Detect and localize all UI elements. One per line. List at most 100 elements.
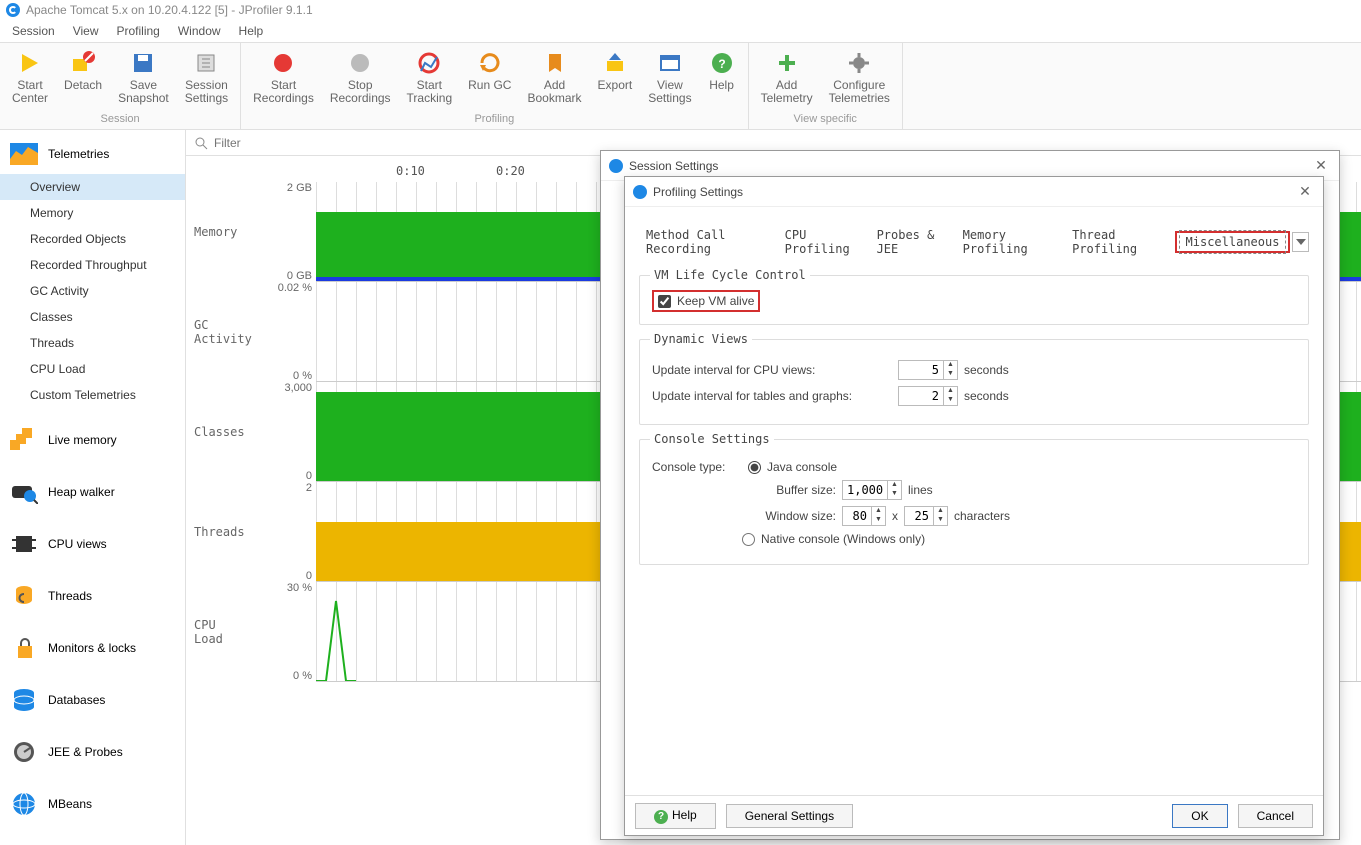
sidebar-item-threads[interactable]: Threads	[0, 330, 185, 356]
dynamic-views-fieldset: Dynamic Views Update interval for CPU vi…	[639, 339, 1309, 425]
sidebar-item-recorded-throughput[interactable]: Recorded Throughput	[0, 252, 185, 278]
menu-profiling[interactable]: Profiling	[109, 22, 168, 40]
buffer-size-spinner[interactable]: ▲▼	[842, 480, 902, 500]
time-tick: 0:10	[396, 164, 425, 178]
dynamic-views-legend: Dynamic Views	[650, 332, 752, 346]
profiling-settings-title-bar[interactable]: Profiling Settings ✕	[625, 177, 1323, 207]
stop-recordings-button[interactable]: StopRecordings	[322, 47, 399, 107]
sidebar-section-cpu-views[interactable]: CPU views	[0, 524, 185, 564]
tab-memory-profiling[interactable]: Memory Profiling	[956, 223, 1063, 261]
cancel-button[interactable]: Cancel	[1238, 804, 1313, 828]
cpu-interval-input[interactable]	[899, 361, 943, 379]
help-icon: ?	[654, 810, 668, 824]
native-console-label: Native console (Windows only)	[761, 532, 925, 546]
run-gc-button[interactable]: Run GC	[460, 47, 519, 107]
window-width-input[interactable]	[843, 507, 871, 525]
filter-input[interactable]	[214, 136, 1353, 150]
general-settings-button[interactable]: General Settings	[726, 804, 853, 828]
sidebar-item-memory[interactable]: Memory	[0, 200, 185, 226]
native-console-radio[interactable]	[742, 533, 755, 546]
session-settings-button[interactable]: SessionSettings	[177, 47, 236, 107]
tab-thread-profiling[interactable]: Thread Profiling	[1065, 223, 1172, 261]
sidebar-section-live-memory[interactable]: Live memory	[0, 420, 185, 460]
jprofiler-app-icon	[6, 3, 20, 17]
ok-button[interactable]: OK	[1172, 804, 1227, 828]
save-snapshot-button[interactable]: SaveSnapshot	[110, 47, 177, 107]
java-console-label: Java console	[767, 460, 837, 474]
session-settings-close-icon[interactable]: ✕	[1311, 157, 1331, 174]
sidebar-section-telemetries[interactable]: Telemetries	[0, 134, 185, 174]
spinner-down-icon[interactable]: ▼	[934, 516, 947, 525]
console-settings-fieldset: Console Settings Console type: Java cons…	[639, 439, 1309, 565]
sidebar-item-custom-telemetries[interactable]: Custom Telemetries	[0, 382, 185, 408]
keep-vm-alive-checkbox[interactable]	[658, 295, 671, 308]
tab-miscellaneous[interactable]: Miscellaneous	[1179, 230, 1287, 254]
threads-icon	[10, 582, 38, 610]
sidebar-item-gc-activity[interactable]: GC Activity	[0, 278, 185, 304]
sidebar-section-threads[interactable]: Threads	[0, 576, 185, 616]
jee-probes-icon	[10, 738, 38, 766]
menu-help[interactable]: Help	[231, 22, 272, 40]
add-bookmark-button[interactable]: AddBookmark	[519, 47, 589, 107]
console-settings-legend: Console Settings	[650, 432, 774, 446]
profiling-settings-close-icon[interactable]: ✕	[1295, 183, 1315, 200]
chart-y-axis: 2 0	[246, 482, 316, 582]
spinner-up-icon[interactable]: ▲	[944, 387, 957, 396]
tabs-dropdown-button[interactable]	[1292, 232, 1309, 252]
databases-icon	[10, 686, 38, 714]
monitors-locks-icon	[10, 634, 38, 662]
window-width-spinner[interactable]: ▲▼	[842, 506, 886, 526]
start-tracking-button[interactable]: StartTracking	[399, 47, 461, 107]
spinner-up-icon[interactable]: ▲	[944, 361, 957, 370]
cpu-interval-spinner[interactable]: ▲▼	[898, 360, 958, 380]
buffer-size-input[interactable]	[843, 481, 887, 499]
tables-interval-input[interactable]	[899, 387, 943, 405]
toolbar: StartCenter Detach SaveSnapshot SessionS…	[0, 42, 1361, 130]
sidebar-item-recorded-objects[interactable]: Recorded Objects	[0, 226, 185, 252]
help-button[interactable]: ?Help	[700, 47, 744, 107]
spinner-down-icon[interactable]: ▼	[944, 370, 957, 379]
tables-interval-label: Update interval for tables and graphs:	[652, 389, 892, 403]
sidebar-section-databases[interactable]: Databases	[0, 680, 185, 720]
spinner-up-icon[interactable]: ▲	[872, 507, 885, 516]
java-console-radio[interactable]	[748, 461, 761, 474]
dialog-help-button[interactable]: ?Help	[635, 803, 716, 829]
window-height-input[interactable]	[905, 507, 933, 525]
sidebar-item-cpu-load[interactable]: CPU Load	[0, 356, 185, 382]
tab-probes-jee[interactable]: Probes & JEE	[870, 223, 954, 261]
sidebar-section-mbeans[interactable]: MBeans	[0, 784, 185, 824]
menu-view[interactable]: View	[65, 22, 107, 40]
menu-window[interactable]: Window	[170, 22, 229, 40]
tables-interval-spinner[interactable]: ▲▼	[898, 386, 958, 406]
sidebar-section-jee-probes[interactable]: JEE & Probes	[0, 732, 185, 772]
profiling-settings-title: Profiling Settings	[653, 185, 743, 199]
sidebar-section-heap-walker[interactable]: Heap walker	[0, 472, 185, 512]
start-recordings-button[interactable]: StartRecordings	[245, 47, 322, 107]
sidebar-item-classes[interactable]: Classes	[0, 304, 185, 330]
export-button[interactable]: Export	[590, 47, 641, 107]
window-height-spinner[interactable]: ▲▼	[904, 506, 948, 526]
spinner-up-icon[interactable]: ▲	[934, 507, 947, 516]
window-title-bar: Apache Tomcat 5.x on 10.20.4.122 [5] - J…	[0, 0, 1361, 20]
tab-method-call-recording[interactable]: Method Call Recording	[639, 223, 776, 261]
spinner-down-icon[interactable]: ▼	[944, 396, 957, 405]
detach-button[interactable]: Detach	[56, 47, 110, 107]
sidebar-item-overview[interactable]: Overview	[0, 174, 185, 200]
add-telemetry-button[interactable]: AddTelemetry	[753, 47, 821, 107]
sidebar: Telemetries Overview Memory Recorded Obj…	[0, 130, 186, 845]
tab-cpu-profiling[interactable]: CPU Profiling	[778, 223, 868, 261]
spinner-down-icon[interactable]: ▼	[872, 516, 885, 525]
sidebar-section-monitors-locks[interactable]: Monitors & locks	[0, 628, 185, 668]
configure-telemetries-button[interactable]: ConfigureTelemetries	[821, 47, 898, 107]
window-size-x: x	[892, 509, 898, 523]
spinner-up-icon[interactable]: ▲	[888, 481, 901, 490]
start-center-button[interactable]: StartCenter	[4, 47, 56, 107]
view-settings-button[interactable]: ViewSettings	[640, 47, 699, 107]
chart-label: GC Activity	[186, 282, 246, 382]
toolbar-group-label-profiling: Profiling	[241, 111, 747, 129]
spinner-down-icon[interactable]: ▼	[888, 490, 901, 499]
telemetries-icon	[10, 140, 38, 168]
menu-session[interactable]: Session	[4, 22, 63, 40]
profiling-settings-tabs: Method Call Recording CPU Profiling Prob…	[639, 223, 1309, 261]
heap-walker-icon	[10, 478, 38, 506]
